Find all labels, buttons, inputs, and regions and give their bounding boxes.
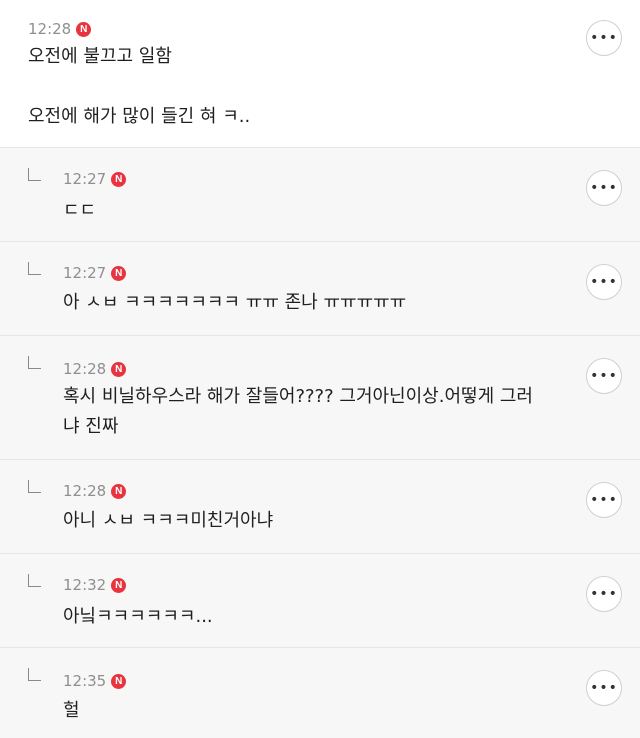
new-badge-icon: N [76, 21, 92, 37]
more-options-button[interactable]: ••• [586, 576, 622, 612]
more-horizontal-icon: ••• [590, 492, 618, 508]
comment-line: 오전에 해가 많이 들긴 혀 ㅋ.. [28, 106, 251, 127]
comment-meta: 12:27 N [63, 170, 127, 188]
comment-text: ㄷㄷ [63, 196, 96, 226]
comment-time: 12:27 [63, 264, 107, 282]
comment-meta: 12:32 N [63, 576, 127, 594]
more-options-button[interactable]: ••• [586, 358, 622, 394]
comment-time: 12:28 [63, 360, 107, 378]
more-horizontal-icon: ••• [590, 274, 618, 290]
more-options-button[interactable]: ••• [586, 264, 622, 300]
more-horizontal-icon: ••• [590, 30, 618, 46]
comment-line: 헐 [63, 700, 80, 721]
comment-line: 아니 ㅅㅂ ㅋㅋㅋ미친거아냐 [63, 510, 274, 531]
reply-item: 12:28 N 혹시 비닐하우스라 해가 잘들어???? 그거아닌이상.어떻게 … [0, 336, 640, 460]
comment-line: 아 ㅅㅂ ㅋㅋㅋㅋㅋㅋㅋ ㅠㅠ 존나 ㅠㅠㅠㅠㅠ [63, 292, 407, 313]
comment-meta: 12:28 N [63, 360, 127, 378]
comment-time: 12:28 [28, 20, 72, 38]
new-badge-icon: N [111, 171, 127, 187]
comment-line: 아닠ㅋㅋㅋㅋㅋㅋ... [63, 606, 213, 627]
comment-text: 아니 ㅅㅂ ㅋㅋㅋ미친거아냐 [63, 506, 273, 536]
comment-text: 아 ㅅㅂ ㅋㅋㅋㅋㅋㅋㅋ ㅠㅠ 존나 ㅠㅠㅠㅠㅠ [63, 288, 406, 318]
comment-time: 12:27 [63, 170, 107, 188]
reply-arrow-icon [28, 668, 41, 681]
new-badge-icon: N [111, 265, 127, 281]
comment-time: 12:32 [63, 576, 107, 594]
reply-item: 12:27 N ㄷㄷ ••• [0, 148, 640, 242]
new-badge-icon: N [111, 577, 127, 593]
more-options-button[interactable]: ••• [586, 482, 622, 518]
comment-text: 아닠ㅋㅋㅋㅋㅋㅋ... [63, 602, 213, 632]
comment-text: 헐 [63, 696, 80, 726]
reply-arrow-icon [28, 480, 41, 493]
comment-meta: 12:28 N [28, 20, 92, 38]
reply-item: 12:32 N 아닠ㅋㅋㅋㅋㅋㅋ... ••• [0, 554, 640, 648]
new-badge-icon: N [111, 673, 127, 689]
comment-time: 12:35 [63, 672, 107, 690]
more-horizontal-icon: ••• [590, 680, 618, 696]
more-options-button[interactable]: ••• [586, 670, 622, 706]
comment-meta: 12:35 N [63, 672, 127, 690]
reply-item: 12:35 N 헐 ••• [0, 648, 640, 738]
comment-meta: 12:27 N [63, 264, 127, 282]
reply-arrow-icon [28, 168, 41, 181]
comment-item: 12:28 N 오전에 불끄고 일함 오전에 해가 많이 들긴 혀 ㅋ.. ••… [0, 0, 640, 148]
comment-line: 오전에 불끄고 일함 [28, 46, 172, 67]
new-badge-icon: N [111, 483, 127, 499]
new-badge-icon: N [111, 361, 127, 377]
reply-item: 12:28 N 아니 ㅅㅂ ㅋㅋㅋ미친거아냐 ••• [0, 460, 640, 554]
more-horizontal-icon: ••• [590, 180, 618, 196]
reply-arrow-icon [28, 356, 41, 369]
comment-line: ㄷㄷ [63, 200, 97, 221]
more-options-button[interactable]: ••• [586, 20, 622, 56]
comment-text: 혹시 비닐하우스라 해가 잘들어???? 그거아닌이상.어떻게 그러 냐 진짜 [63, 382, 533, 442]
comment-line: 냐 진짜 [63, 416, 119, 437]
comment-text: 오전에 불끄고 일함 오전에 해가 많이 들긴 혀 ㅋ.. [28, 42, 250, 132]
comment-line: 혹시 비닐하우스라 해가 잘들어???? 그거아닌이상.어떻게 그러 [63, 386, 533, 407]
more-horizontal-icon: ••• [590, 368, 618, 384]
reply-arrow-icon [28, 574, 41, 587]
reply-arrow-icon [28, 262, 41, 275]
comment-meta: 12:28 N [63, 482, 127, 500]
reply-item: 12:27 N 아 ㅅㅂ ㅋㅋㅋㅋㅋㅋㅋ ㅠㅠ 존나 ㅠㅠㅠㅠㅠ ••• [0, 242, 640, 336]
more-options-button[interactable]: ••• [586, 170, 622, 206]
comment-line [28, 72, 250, 102]
comment-time: 12:28 [63, 482, 107, 500]
more-horizontal-icon: ••• [590, 586, 618, 602]
